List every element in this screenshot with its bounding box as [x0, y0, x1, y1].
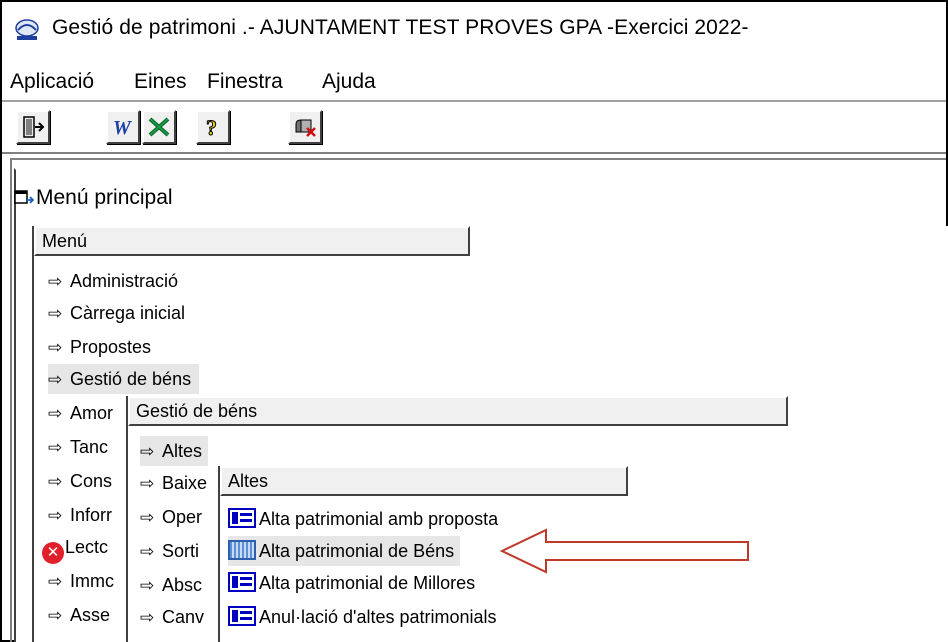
arrow-right-icon: ⇨: [140, 474, 155, 493]
error-icon: ✕: [42, 542, 64, 564]
toolbar-divider: [2, 152, 946, 155]
menu-item-amortitzacio[interactable]: ⇨ Amor: [48, 398, 113, 428]
menu-item-gestio-de-bens[interactable]: ⇨ Gestió de béns: [48, 364, 200, 394]
excel-icon: [148, 117, 170, 137]
altes-item-anullacio[interactable]: Anul·lació d'altes patrimonials: [228, 602, 497, 632]
app-icon: [15, 19, 39, 40]
arrow-right-icon: ⇨: [140, 542, 155, 561]
arrow-right-icon: ⇨: [140, 576, 155, 595]
help-icon: ?: [206, 115, 218, 139]
arrow-right-icon: ⇨: [48, 472, 63, 491]
arrow-right-icon: ⇨: [140, 508, 155, 527]
submenu-item-operacions[interactable]: ⇨ Oper: [140, 502, 202, 532]
menu-bar: Aplicació Eines Finestra Ajuda: [2, 62, 946, 98]
arrow-right-icon: ⇨: [48, 370, 63, 389]
arrow-right-icon: ⇨: [48, 272, 63, 291]
toolbar: W ?: [2, 102, 946, 150]
title-bar: Gestió de patrimoni .- AJUNTAMENT TEST P…: [2, 2, 946, 60]
form-icon: [228, 540, 256, 560]
menu-item-administracio[interactable]: ⇨ Administració: [48, 266, 178, 296]
menu-item-informes[interactable]: ⇨ Inforr: [48, 500, 112, 530]
exit-icon: [23, 116, 45, 138]
submenu-item-baixes[interactable]: ⇨ Baixe: [140, 468, 207, 498]
altes-item-de-millores[interactable]: Alta patrimonial de Millores: [228, 568, 475, 598]
submenu-item-altes[interactable]: ⇨ Altes: [140, 436, 209, 466]
submenu-item-absc[interactable]: ⇨ Absc: [140, 570, 202, 600]
arrow-right-icon: ⇨: [140, 442, 155, 461]
menu-item-immobles[interactable]: ⇨ Immc: [48, 566, 114, 596]
menu-aplicacio[interactable]: Aplicació: [10, 70, 94, 94]
arrow-right-icon: ⇨: [48, 304, 63, 323]
mail-icon: [295, 119, 316, 137]
svg-text:W: W: [113, 117, 132, 139]
window-title: Gestió de patrimoni .- AJUNTAMENT TEST P…: [52, 16, 749, 39]
menu-item-tancament[interactable]: ⇨ Tanc: [48, 432, 108, 462]
menu-item-assegurances[interactable]: ⇨ Asse: [48, 600, 110, 630]
arrow-right-icon: ⇨: [48, 338, 63, 357]
menu-ajuda[interactable]: Ajuda: [322, 70, 376, 94]
form-icon: [228, 606, 256, 626]
arrow-right-icon: ⇨: [140, 608, 155, 627]
mail-button[interactable]: [288, 110, 322, 144]
exit-button[interactable]: [16, 110, 50, 144]
gestio-submenu-header: Gestió de béns: [128, 396, 788, 426]
submenu-item-canvis[interactable]: ⇨ Canv: [140, 602, 204, 632]
svg-text:?: ?: [206, 115, 217, 139]
child-window-title: Menú principal: [36, 186, 173, 209]
submenu-item-sortides[interactable]: ⇨ Sorti: [140, 536, 199, 566]
word-icon: W: [113, 117, 132, 139]
menu-item-consultes[interactable]: ⇨ Cons: [48, 466, 112, 496]
altes-item-amb-proposta[interactable]: Alta patrimonial amb proposta: [228, 504, 498, 534]
main-menu-header: Menú: [34, 226, 470, 256]
menu-item-propostes[interactable]: ⇨ Propostes: [48, 332, 151, 362]
help-button[interactable]: ?: [196, 110, 230, 144]
form-icon: [228, 572, 256, 592]
word-button[interactable]: W: [106, 110, 140, 144]
arrow-right-icon: ⇨: [48, 438, 63, 457]
form-icon: [228, 508, 256, 528]
altes-item-de-bens[interactable]: Alta patrimonial de Béns: [228, 536, 461, 566]
menu-finestra[interactable]: Finestra: [207, 70, 283, 94]
menu-eines[interactable]: Eines: [134, 70, 187, 94]
annotation-arrow-icon: [499, 528, 749, 574]
window-icon: [14, 190, 34, 204]
arrow-right-icon: ⇨: [48, 404, 63, 423]
menu-item-carrega-inicial[interactable]: ⇨ Càrrega inicial: [48, 298, 185, 328]
excel-button[interactable]: [142, 110, 176, 144]
altes-submenu-header: Altes: [220, 466, 628, 496]
arrow-right-icon: ⇨: [48, 606, 63, 625]
arrow-right-icon: ⇨: [48, 572, 63, 591]
arrow-right-icon: ⇨: [48, 506, 63, 525]
menu-item-lectura[interactable]: ✕ Lectc: [42, 532, 108, 564]
